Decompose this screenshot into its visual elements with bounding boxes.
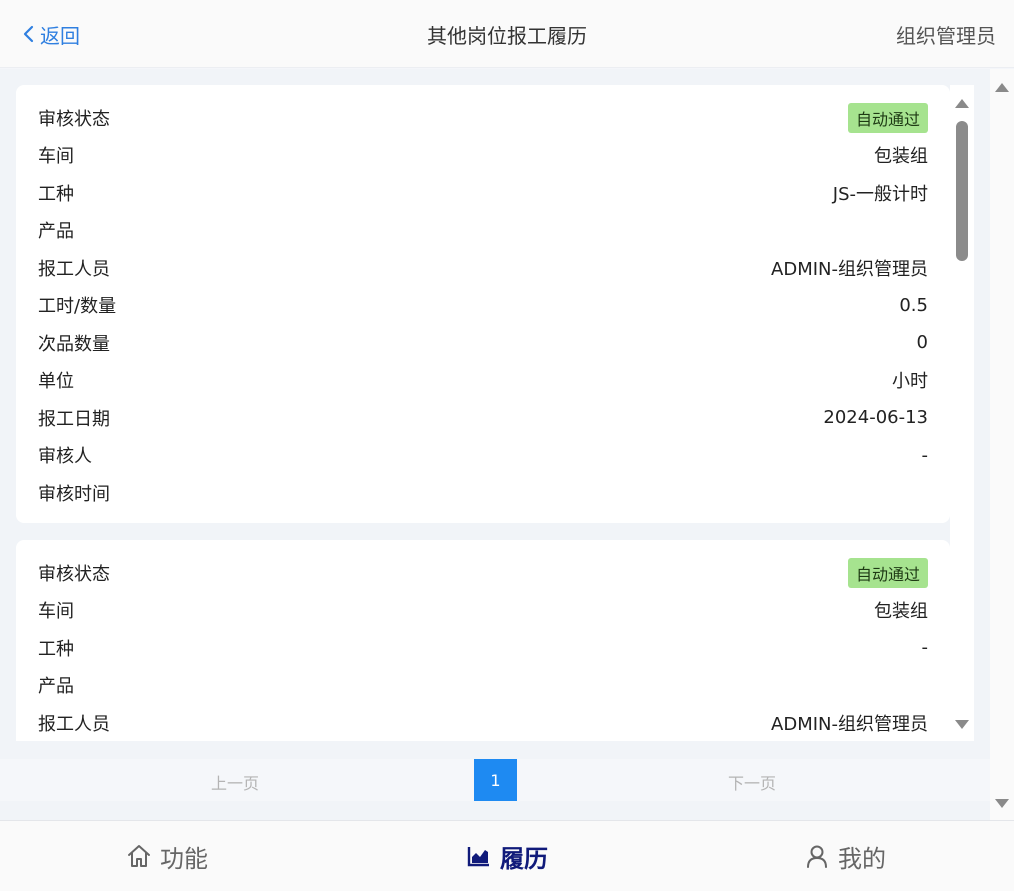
content-area: 审核状态 自动通过 车间 包装组 工种 JS-一般计时 产品 报工人员 ADMI… [0,69,990,820]
reporter-value: ADMIN-组织管理员 [771,713,928,735]
row-work-type: 工种 - [38,629,928,667]
bottom-tab-bar: 功能 履历 我的 [0,820,1014,891]
tab-mine-label: 我的 [838,844,886,873]
home-icon [128,845,150,867]
user-icon [807,845,827,868]
report-date-label: 报工日期 [38,408,110,430]
row-work-type: 工种 JS-一般计时 [38,174,928,212]
status-badge: 自动通过 [847,557,928,588]
work-type-label: 工种 [38,183,74,205]
work-type-value: JS-一般计时 [832,183,928,205]
row-hours-qty: 工时/数量 0.5 [38,287,928,325]
product-label: 产品 [38,221,74,243]
page-title: 其他岗位报工履历 [427,24,587,48]
list-scrollbar[interactable] [950,85,974,741]
reviewer-value: - [921,444,929,466]
unit-label: 单位 [38,371,74,393]
status-label: 审核状态 [38,108,110,130]
workshop-value: 包装组 [874,601,928,623]
row-unit: 单位 小时 [38,362,928,400]
tab-function-label: 功能 [160,844,208,873]
reporter-label: 报工人员 [38,713,110,735]
row-reporter: 报工人员 ADMIN-组织管理员 [38,249,928,287]
page-scrollbar[interactable] [990,69,1014,820]
scrollbar-thumb[interactable] [956,121,968,261]
page-number-button[interactable]: 1 [474,759,517,801]
pagination: 上一页 1 下一页 [0,759,990,801]
bar-chart-icon [467,847,489,867]
row-product: 产品 [38,212,928,250]
tab-history[interactable]: 履历 [466,821,548,891]
workshop-label: 车间 [38,601,74,623]
page-scroll-down-arrow-icon[interactable] [995,799,1009,808]
reviewer-label: 审核人 [38,446,92,468]
product-label: 产品 [38,676,74,698]
record-list[interactable]: 审核状态 自动通过 车间 包装组 工种 JS-一般计时 产品 报工人员 ADMI… [16,85,974,741]
review-time-label: 审核时间 [38,483,110,505]
workshop-value: 包装组 [874,146,928,168]
row-status: 审核状态 自动通过 [38,99,928,137]
scroll-down-arrow-icon[interactable] [955,720,969,729]
row-defect-qty: 次品数量 0 [38,324,928,362]
defect-qty-value: 0 [916,332,928,354]
hours-qty-value: 0.5 [899,294,928,316]
row-product: 产品 [38,667,928,705]
hours-qty-label: 工时/数量 [38,296,117,318]
work-type-value: - [921,637,929,659]
record-card: 审核状态 自动通过 车间 包装组 工种 JS-一般计时 产品 报工人员 ADMI… [16,85,950,523]
report-date-value: 2024-06-13 [823,407,928,429]
scroll-up-arrow-icon[interactable] [955,99,969,108]
row-status: 审核状态 自动通过 [38,554,928,592]
row-workshop: 车间 包装组 [38,592,928,630]
row-workshop: 车间 包装组 [38,137,928,175]
row-reviewer: 审核人 - [38,437,928,475]
row-report-date: 报工日期 2024-06-13 [38,399,928,437]
unit-value: 小时 [892,371,928,393]
reporter-label: 报工人员 [38,258,110,280]
tab-function[interactable]: 功能 [126,821,208,891]
status-label: 审核状态 [38,563,110,585]
top-bar: 返回 其他岗位报工履历 组织管理员 [0,0,1014,68]
org-role-label[interactable]: 组织管理员 [896,20,996,49]
workshop-label: 车间 [38,146,74,168]
work-type-label: 工种 [38,638,74,660]
next-page-button[interactable]: 下一页 [728,770,776,794]
status-badge: 自动通过 [847,102,928,133]
reporter-value: ADMIN-组织管理员 [771,258,928,280]
row-review-time: 审核时间 [38,474,928,512]
tab-mine[interactable]: 我的 [804,821,886,891]
prev-page-button[interactable]: 上一页 [211,770,259,794]
row-reporter: 报工人员 ADMIN-组织管理员 [38,704,928,741]
defect-qty-label: 次品数量 [38,333,110,355]
tab-history-label: 履历 [500,844,548,873]
page-scroll-up-arrow-icon[interactable] [995,83,1009,92]
record-card: 审核状态 自动通过 车间 包装组 工种 - 产品 报工人员 ADMIN-组织管理… [16,540,950,741]
